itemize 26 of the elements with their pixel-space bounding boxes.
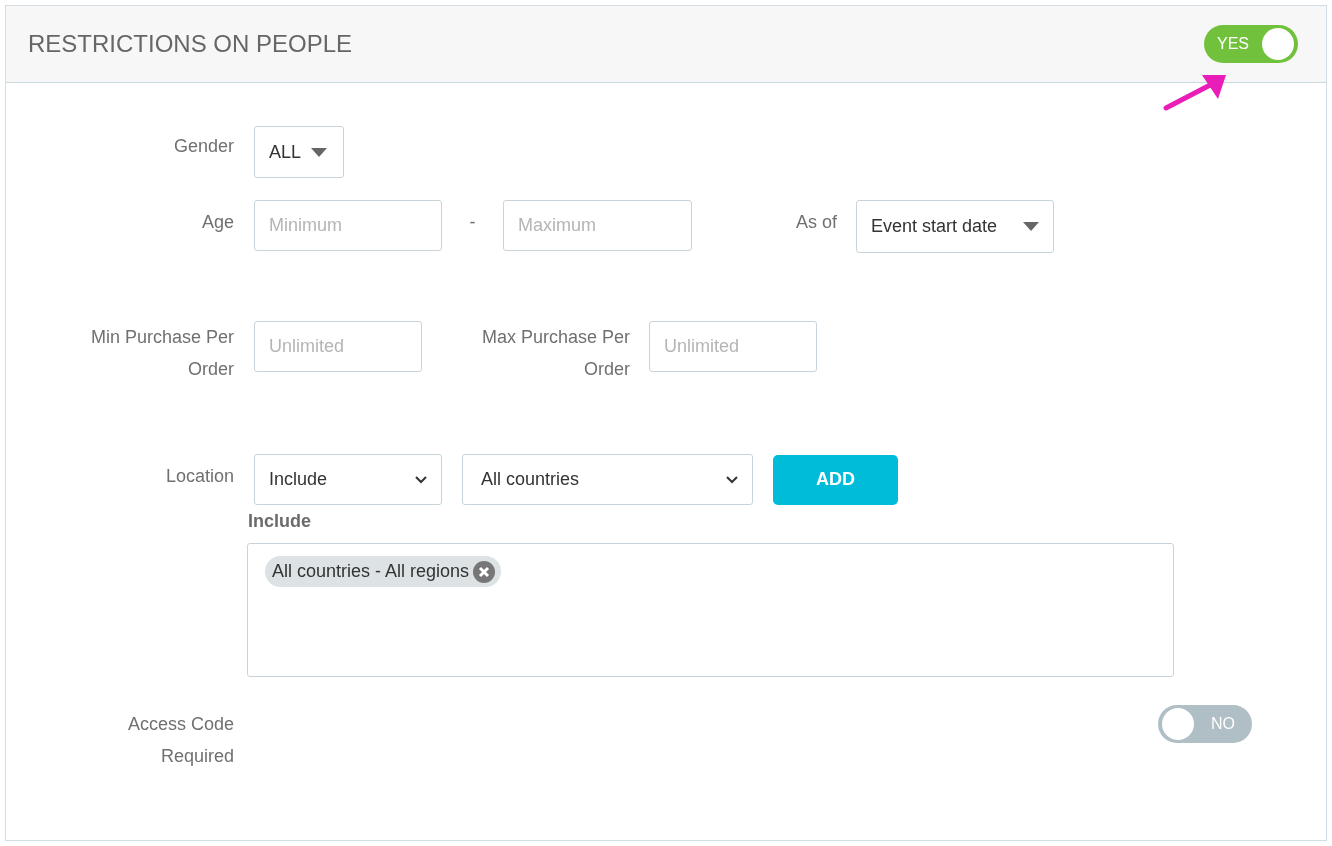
country-select[interactable]: All countries	[462, 454, 753, 505]
location-tag: All countries - All regions	[265, 556, 502, 587]
toggle-knob	[1162, 708, 1194, 740]
range-separator: -	[468, 211, 477, 234]
field-label: Access Code Required	[126, 713, 234, 768]
field-label: Max Purchase Per Order	[480, 326, 630, 381]
field-label: Location	[164, 465, 234, 488]
section-title: RESTRICTIONS ON PEOPLE	[28, 29, 353, 59]
remove-icon[interactable]	[473, 560, 496, 583]
min-purchase-input[interactable]: Unlimited	[254, 321, 422, 372]
chevron-icon	[726, 475, 738, 484]
field-label: As of	[794, 211, 837, 234]
field-label: Age	[200, 211, 234, 234]
field-label: Min Purchase Per Order	[89, 326, 234, 381]
toggle-knob	[1262, 28, 1294, 60]
gender-select[interactable]: ALL	[254, 126, 344, 178]
chevron-icon	[415, 475, 427, 484]
min-age-input[interactable]: Minimum	[254, 200, 442, 251]
list-heading: Include	[248, 510, 312, 533]
caret-icon	[311, 147, 328, 157]
caret-icon	[1023, 222, 1039, 231]
location-mode-select[interactable]: Include	[254, 454, 442, 505]
max-age-input[interactable]: Maximum	[503, 200, 692, 251]
as-of-select[interactable]: Event start date	[856, 200, 1054, 253]
max-purchase-input[interactable]: Unlimited	[649, 321, 817, 372]
field-label: Gender	[172, 135, 234, 158]
